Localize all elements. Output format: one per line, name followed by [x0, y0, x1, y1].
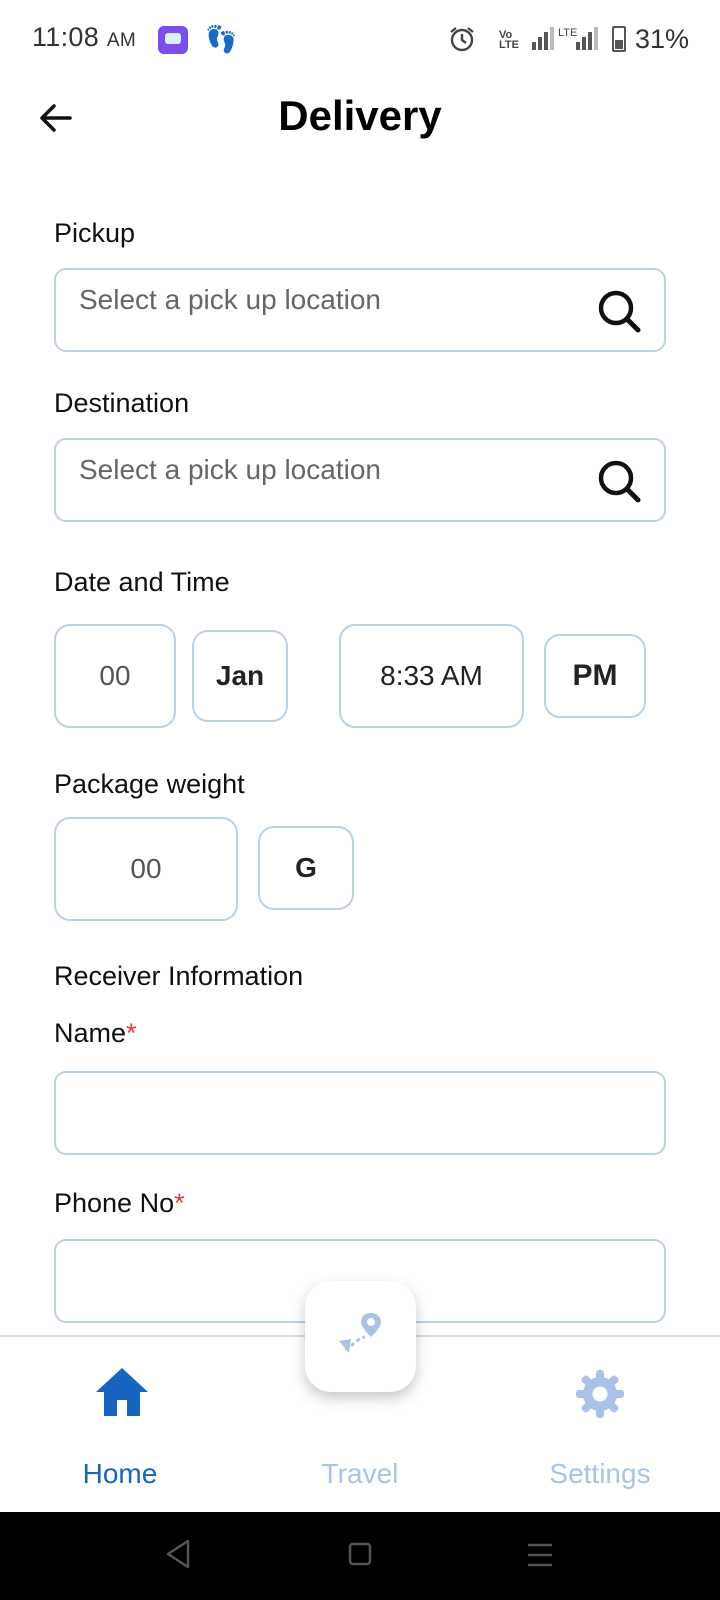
system-back-icon[interactable]	[164, 1538, 192, 1570]
month-value: Jan	[215, 660, 265, 691]
date-time-label: Date and Time	[54, 567, 230, 597]
pickup-search-field[interactable]: Select a pick up location	[54, 268, 666, 352]
system-menu-icon[interactable]	[526, 1542, 554, 1568]
messaging-app-icon	[158, 26, 188, 54]
route-icon	[339, 1313, 381, 1353]
name-label: Name*	[54, 1018, 137, 1048]
search-icon[interactable]	[596, 288, 642, 334]
required-mark: *	[126, 1018, 137, 1048]
pickup-placeholder: Select a pick up location	[79, 284, 381, 315]
destination-search-field[interactable]: Select a pick up location	[54, 438, 666, 522]
alarm-icon	[450, 27, 474, 52]
page-title: Delivery	[278, 92, 442, 139]
nav-label-settings: Settings	[549, 1458, 651, 1489]
nav-label-home: Home	[82, 1458, 158, 1489]
signal-icon-2	[576, 27, 598, 50]
pickup-label: Pickup	[54, 218, 136, 248]
destination-label: Destination	[54, 388, 190, 418]
signal-icon	[532, 27, 554, 50]
destination-placeholder: Select a pick up location	[79, 454, 381, 485]
weight-input[interactable]: 00	[54, 817, 238, 921]
volte-indicator: Vo LTE	[499, 29, 519, 51]
system-home-icon[interactable]	[348, 1542, 372, 1566]
weight-unit-select[interactable]: G	[258, 826, 354, 910]
period-value: PM	[572, 659, 618, 692]
travel-fab-button[interactable]	[305, 1281, 416, 1392]
status-time: 11:08 AM	[32, 22, 136, 52]
search-icon[interactable]	[596, 458, 642, 504]
name-input[interactable]	[54, 1071, 666, 1155]
month-select[interactable]: Jan	[192, 630, 288, 722]
network-type: LTE	[558, 27, 578, 39]
system-nav-bar	[0, 1512, 720, 1600]
nav-label-travel: Travel	[321, 1458, 399, 1489]
time-picker[interactable]: 8:33 AM	[339, 624, 524, 728]
weight-unit-value: G	[295, 852, 317, 883]
nav-item-home[interactable]: Home	[0, 1336, 240, 1512]
day-input[interactable]: 00	[54, 624, 176, 728]
weight-value: 00	[130, 853, 162, 884]
battery-percentage: 31%	[635, 24, 690, 54]
package-weight-label: Package weight	[54, 769, 245, 799]
footsteps-icon: 👣	[205, 24, 238, 54]
phone-label: Phone No*	[54, 1188, 185, 1218]
time-value: 8:33 AM	[380, 660, 483, 691]
receiver-section-title: Receiver Information	[54, 961, 304, 991]
nav-item-settings[interactable]: Settings	[480, 1336, 720, 1512]
home-icon	[96, 1368, 148, 1416]
battery-icon	[612, 26, 626, 52]
day-value: 00	[99, 660, 131, 691]
required-mark: *	[174, 1188, 185, 1218]
gear-icon	[576, 1370, 624, 1418]
period-select[interactable]: PM	[544, 634, 646, 718]
